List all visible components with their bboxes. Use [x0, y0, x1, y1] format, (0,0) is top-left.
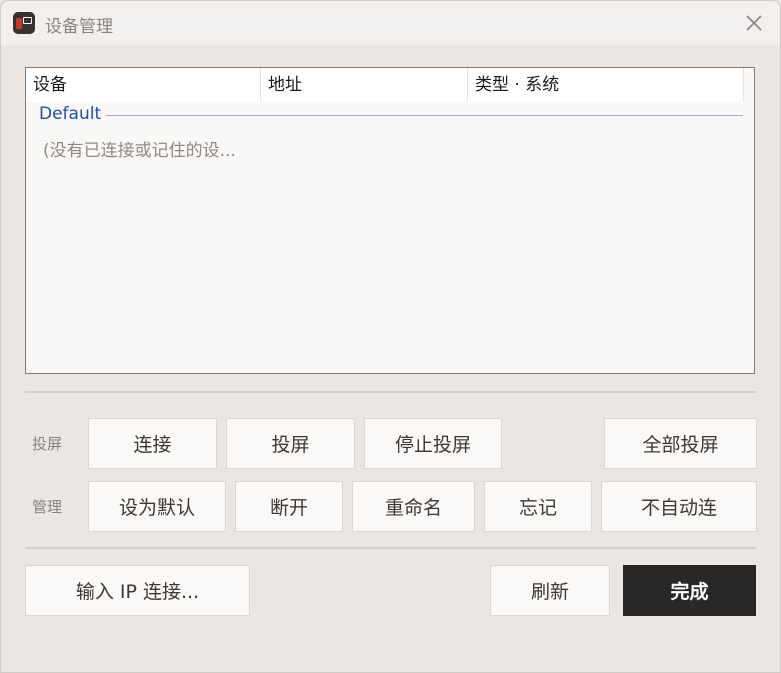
no-auto-connect-button[interactable]: 不自动连 — [601, 481, 757, 532]
set-default-button[interactable]: 设为默认 — [88, 481, 226, 532]
close-icon[interactable] — [742, 11, 766, 35]
done-button[interactable]: 完成 — [623, 565, 756, 616]
group-header-default: Default — [39, 104, 102, 124]
column-header-device[interactable]: 设备 — [26, 68, 261, 102]
cast-button[interactable]: 投屏 — [226, 418, 355, 469]
title-bar: 设备管理 — [1, 1, 780, 45]
stop-cast-button[interactable]: 停止投屏 — [364, 418, 502, 469]
cast-all-button[interactable]: 全部投屏 — [604, 418, 757, 469]
forget-button[interactable]: 忘记 — [484, 481, 592, 532]
device-list-header: 设备 地址 类型 · 系统 — [26, 68, 744, 102]
refresh-button[interactable]: 刷新 — [490, 565, 610, 616]
divider — [25, 547, 756, 549]
app-icon — [13, 12, 35, 34]
device-manager-window: 设备管理 设备 地址 类型 · 系统 Default (没有已连接或记住的设..… — [0, 0, 781, 673]
divider — [25, 391, 756, 393]
connect-button[interactable]: 连接 — [88, 418, 217, 469]
column-header-type-system[interactable]: 类型 · 系统 — [468, 68, 744, 102]
empty-list-message: (没有已连接或记住的设... — [43, 141, 236, 161]
enter-ip-connect-button[interactable]: 输入 IP 连接... — [25, 565, 250, 616]
device-list[interactable]: 设备 地址 类型 · 系统 Default (没有已连接或记住的设... — [25, 67, 755, 374]
disconnect-button[interactable]: 断开 — [235, 481, 343, 532]
column-header-address[interactable]: 地址 — [261, 68, 468, 102]
manage-row-label: 管理 — [32, 498, 63, 516]
cast-row-label: 投屏 — [32, 435, 63, 453]
rename-button[interactable]: 重命名 — [352, 481, 475, 532]
group-divider — [106, 115, 743, 116]
window-title: 设备管理 — [45, 17, 113, 37]
